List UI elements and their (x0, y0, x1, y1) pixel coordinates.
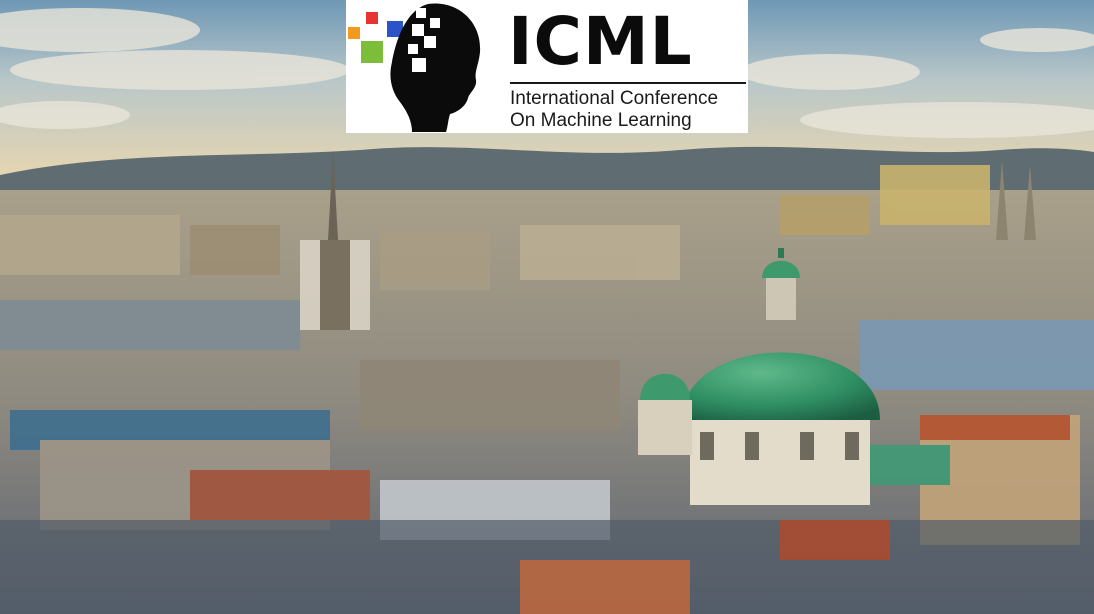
logo-subtitle-line-2: On Machine Learning (510, 110, 692, 131)
logo-divider (510, 82, 746, 84)
logo-subtitle-line-1: International Conference (510, 88, 719, 109)
logo-title: ICML (508, 3, 693, 80)
